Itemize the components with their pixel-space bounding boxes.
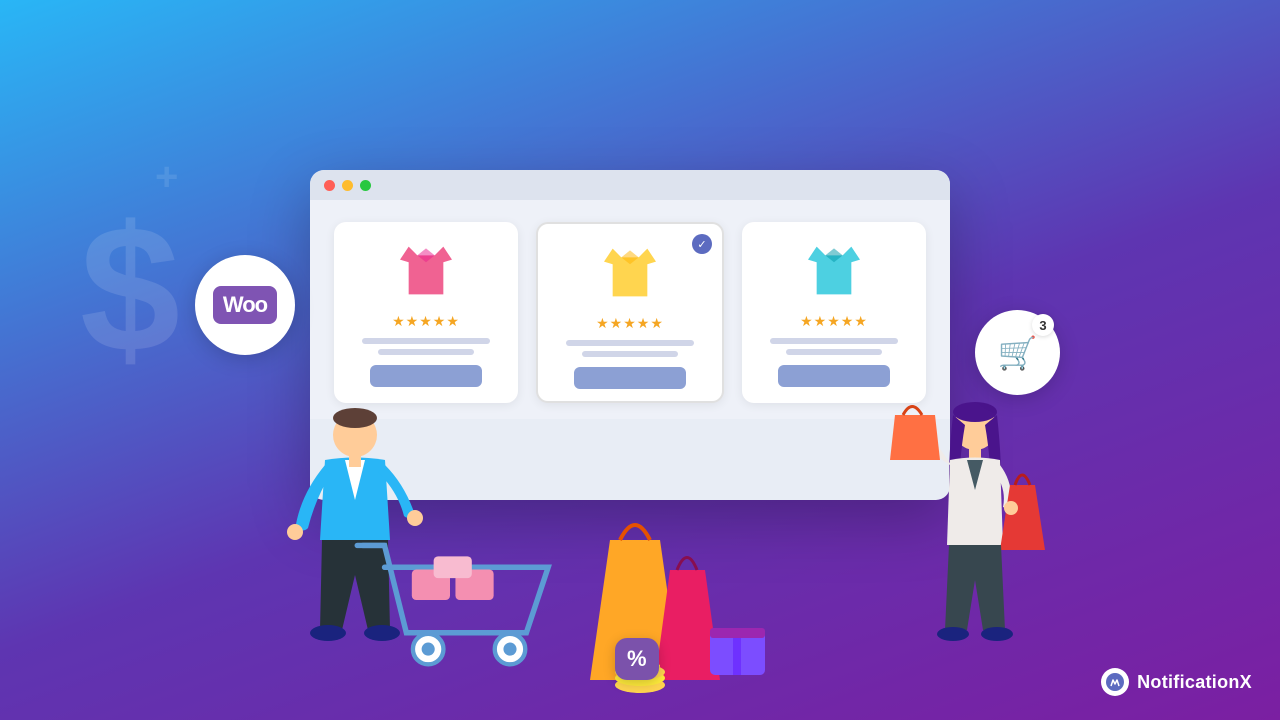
notificationx-icon — [1106, 673, 1124, 691]
product-stars-2: ★★★★★ — [596, 315, 664, 332]
shirt-icon-2 — [595, 240, 665, 305]
shopping-cart-svg — [330, 510, 570, 690]
shirt-icon-1 — [391, 238, 461, 303]
product-line — [378, 349, 474, 355]
product-card-1[interactable]: ★★★★★ — [334, 222, 518, 403]
notificationx-logo — [1101, 668, 1129, 696]
woo-badge: Woo — [195, 255, 295, 355]
product-line — [582, 351, 678, 357]
product-info-2 — [550, 340, 710, 357]
product-stars-3: ★★★★★ — [800, 313, 868, 330]
product-line — [786, 349, 882, 355]
window-minimize-dot[interactable] — [342, 180, 353, 191]
product-line — [362, 338, 490, 344]
person-right — [885, 390, 1065, 720]
woo-label: Woo — [213, 286, 277, 324]
cart-count: 3 — [1032, 314, 1054, 336]
cart-badge[interactable]: 3 🛒 — [975, 310, 1060, 395]
product-line — [566, 340, 694, 346]
window-close-dot[interactable] — [324, 180, 335, 191]
product-checkmark: ✓ — [692, 234, 712, 254]
bags-area: % — [570, 480, 790, 720]
add-to-cart-button-2[interactable] — [574, 367, 686, 389]
notificationx-brand: NotificationX — [1101, 668, 1252, 696]
shirt-icon-3 — [799, 238, 869, 303]
dollar-watermark: $ — [80, 200, 180, 380]
product-card-3[interactable]: ★★★★★ — [742, 222, 926, 403]
product-grid: ★★★★★ ✓ ★★★★★ — [310, 200, 950, 419]
browser-titlebar — [310, 170, 950, 200]
cart-icon: 🛒 — [998, 334, 1038, 372]
product-line — [770, 338, 898, 344]
product-card-2[interactable]: ✓ ★★★★★ — [536, 222, 724, 403]
percent-badge: % — [615, 638, 659, 680]
product-info-3 — [754, 338, 914, 355]
product-stars-1: ★★★★★ — [392, 313, 460, 330]
add-to-cart-button-3[interactable] — [778, 365, 890, 387]
notificationx-text: NotificationX — [1137, 672, 1252, 693]
add-to-cart-button-1[interactable] — [370, 365, 482, 387]
window-maximize-dot[interactable] — [360, 180, 371, 191]
dollar-watermark-small: + — [155, 155, 178, 200]
product-info-1 — [346, 338, 506, 355]
